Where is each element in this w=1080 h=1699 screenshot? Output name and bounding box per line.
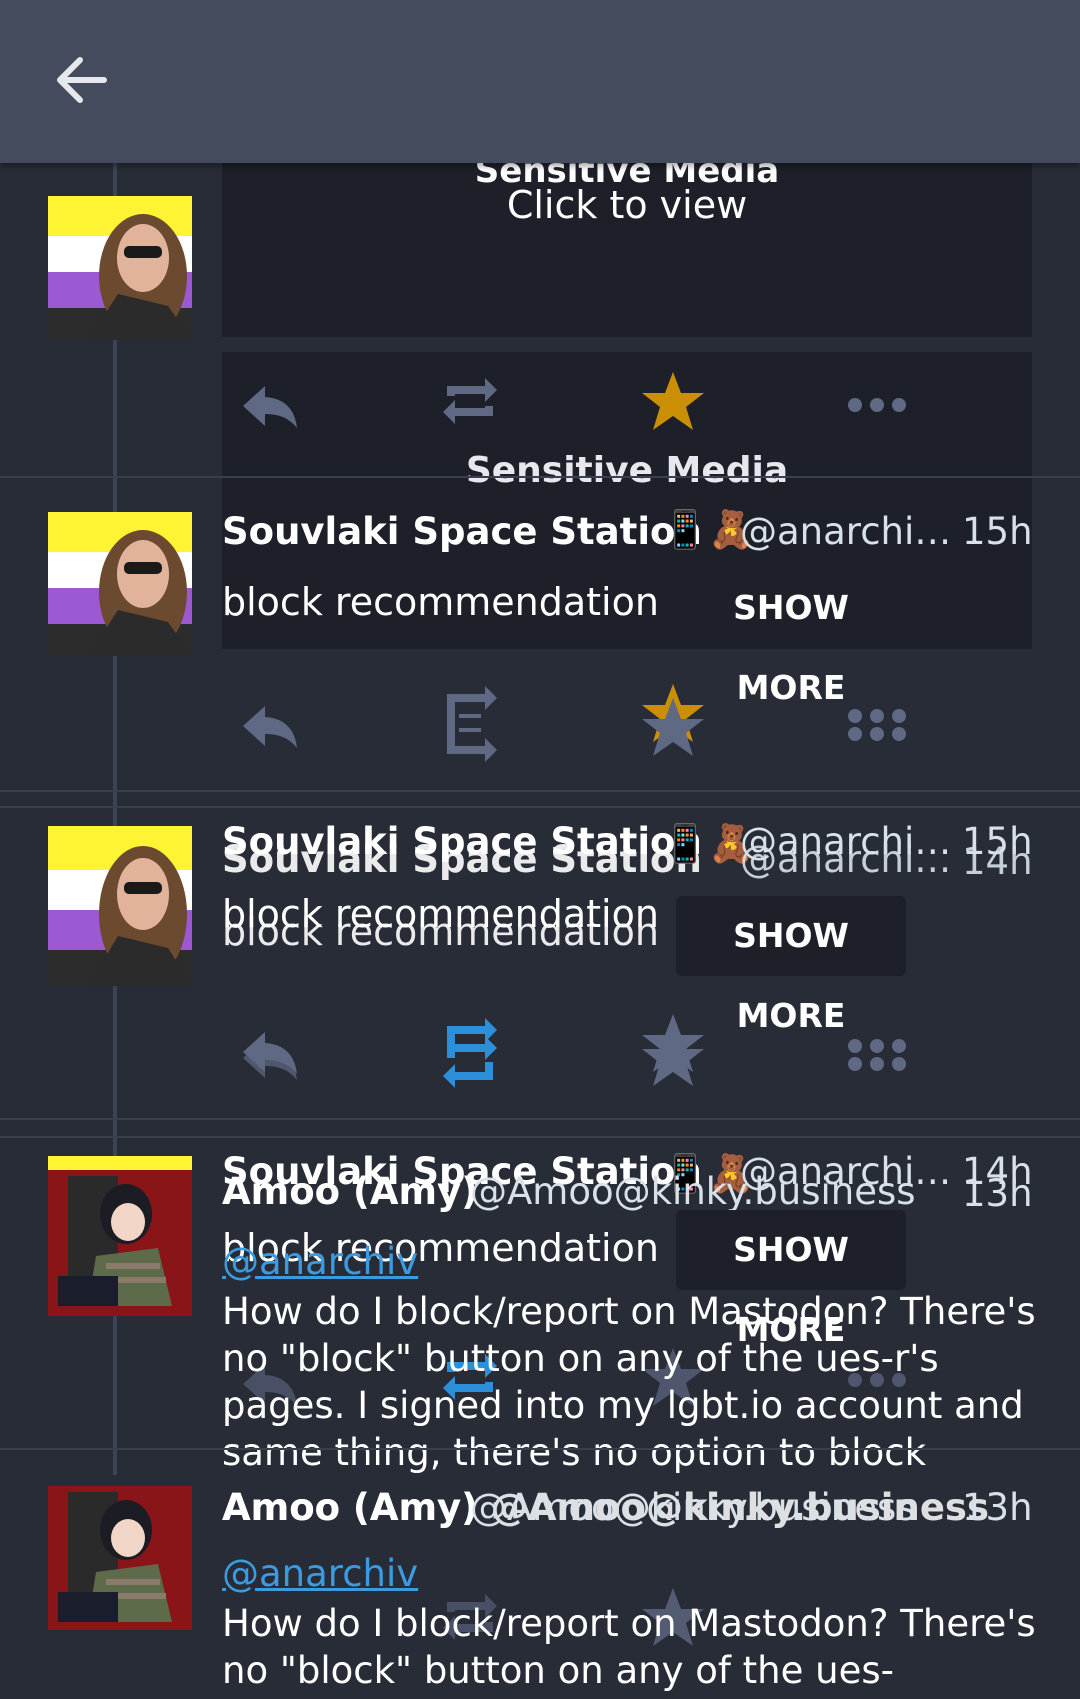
more-button[interactable]	[844, 692, 910, 758]
boost-button[interactable]	[437, 368, 503, 434]
top-app-bar	[0, 0, 1080, 163]
more-icon	[848, 709, 906, 741]
separator	[0, 476, 1080, 478]
timestamp[interactable]: 15h	[962, 510, 1033, 553]
content-warning: block recommendation	[222, 580, 659, 624]
account-handle[interactable]: @Amoo@kinky.business	[470, 1486, 916, 1529]
account-handle-amoo[interactable]: @Amoo@kinky.business	[470, 1170, 916, 1213]
avatar-flag-image	[48, 826, 192, 986]
star-icon	[642, 1014, 704, 1086]
show-more-button[interactable]: SHOW MORE	[676, 1210, 906, 1349]
avatar[interactable]	[48, 196, 192, 340]
show-more-button[interactable]: SHOW MORE	[676, 896, 906, 1035]
separator	[0, 1118, 1080, 1120]
click-to-view-label: Click to view	[506, 183, 748, 227]
boost-button[interactable]	[437, 1014, 503, 1088]
avatar[interactable]	[48, 1486, 192, 1630]
more-button[interactable]	[844, 372, 910, 438]
separator	[0, 806, 1080, 808]
reply-icon	[243, 386, 297, 428]
mention-link[interactable]: @anarchiv	[222, 1240, 418, 1283]
avatar[interactable]	[48, 826, 192, 986]
account-handle-ghost: @anarchi…	[740, 838, 952, 881]
favourite-button[interactable]	[640, 684, 706, 756]
display-name-ghost: Souvlaki Space Station	[222, 838, 702, 881]
boost-icon	[443, 1018, 497, 1088]
timestamp[interactable]: 13h	[962, 1486, 1033, 1529]
separator	[0, 790, 1080, 792]
reply-icon	[243, 706, 297, 748]
display-name[interactable]: Amoo (Amy)	[222, 1486, 478, 1529]
status-text: How do I block/report on Mastodon? There…	[222, 1602, 1036, 1692]
boost-button[interactable]	[437, 684, 503, 762]
reply-button[interactable]	[237, 1022, 303, 1088]
timestamp-ghost: 14h	[962, 840, 1033, 883]
timestamp-amoo[interactable]: 13h	[962, 1172, 1033, 1215]
more-icon	[848, 1039, 906, 1071]
star-icon	[642, 684, 704, 756]
separator	[0, 1136, 1080, 1138]
sensitive-media-overlay[interactable]: Sensitive Media Click to view	[222, 151, 1032, 337]
star-icon	[642, 372, 704, 430]
reply-button[interactable]	[237, 692, 303, 758]
show-more-button[interactable]: SHOW MORE	[676, 568, 906, 707]
mention-link[interactable]: @anarchiv	[222, 1552, 418, 1595]
back-button[interactable]	[52, 52, 116, 108]
display-name[interactable]: Souvlaki Space Station	[222, 510, 702, 553]
avatar-anime-image	[48, 1486, 192, 1630]
separator	[0, 1448, 1080, 1450]
content-warning-ghost: block recommendation	[222, 910, 659, 954]
favourite-button[interactable]	[640, 1014, 706, 1086]
avatar-flag-image	[48, 196, 192, 340]
account-handle[interactable]: @anarchi…	[740, 510, 951, 553]
avatar[interactable]	[48, 1156, 192, 1316]
reply-icon	[243, 1032, 297, 1080]
avatar-anime-image	[48, 1156, 192, 1316]
avatar[interactable]	[48, 512, 192, 656]
more-icon	[848, 398, 906, 412]
sensitive-media-title-ghost: Sensitive Media	[465, 450, 789, 491]
avatar-flag-image	[48, 512, 192, 656]
display-name-amoo[interactable]: Amoo (Amy)	[222, 1170, 478, 1213]
arrow-left-icon	[57, 57, 107, 103]
more-button[interactable]	[844, 1022, 910, 1088]
boost-icon	[447, 686, 497, 762]
favourite-button[interactable]	[640, 368, 706, 434]
reply-button[interactable]	[237, 372, 303, 438]
boost-icon	[443, 378, 497, 424]
